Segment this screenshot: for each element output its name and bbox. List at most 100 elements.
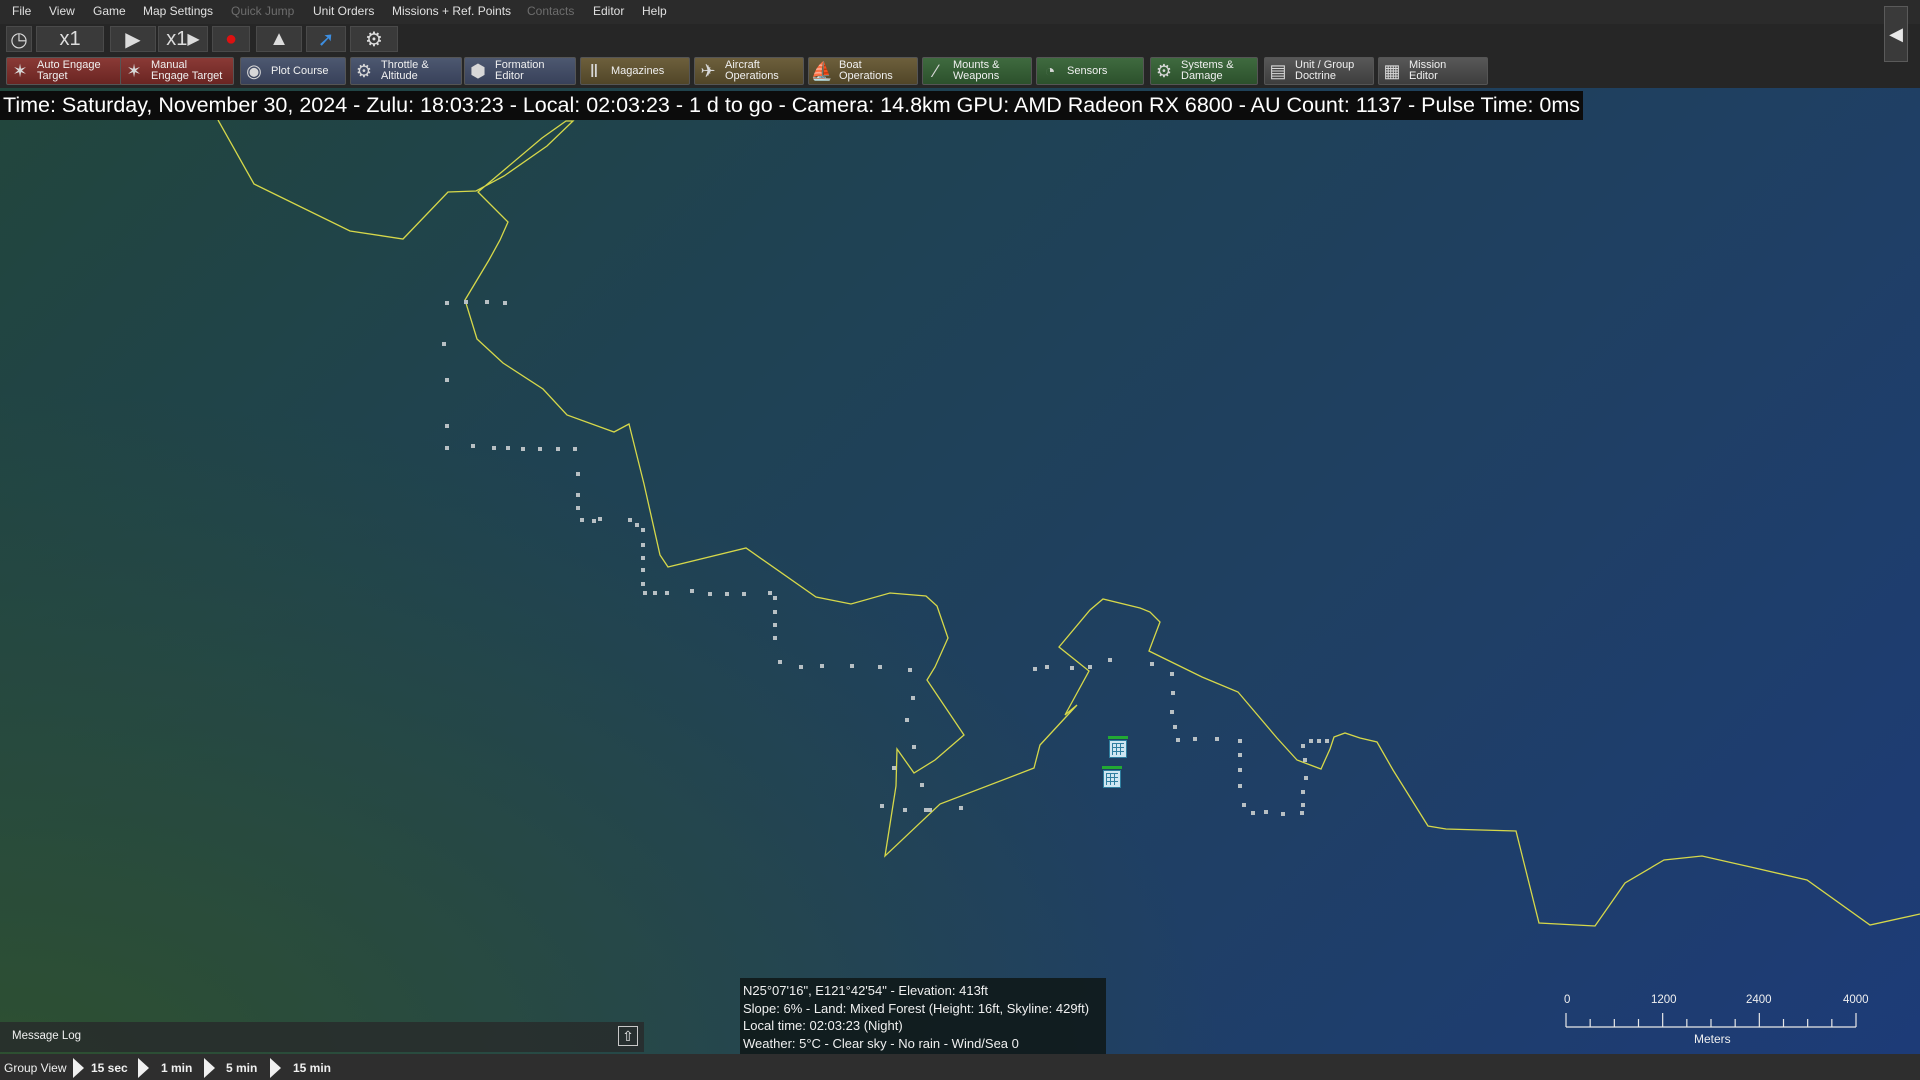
crosshair-icon: ✶ xyxy=(126,60,142,81)
missile-icon: ∕ xyxy=(934,60,938,81)
toolbar-mounts-weapons-button[interactable]: ∕ Mounts & Weapons xyxy=(922,57,1032,85)
radar-icon: ◔ xyxy=(1044,60,1056,81)
toolbar-throttle-altitude-button[interactable]: ⚙ Throttle & Altitude xyxy=(350,57,462,85)
menu-file[interactable]: File xyxy=(12,4,31,18)
boundary-dot xyxy=(576,472,580,476)
toolbar-auto-engage-target-button[interactable]: ✶ Auto Engage Target xyxy=(6,57,122,85)
clock-icon[interactable]: ◷ xyxy=(6,26,32,52)
boundary-dot xyxy=(506,446,510,450)
toolbar-aircraft-operations-button[interactable]: ✈ Aircraft Operations xyxy=(694,57,804,85)
collapse-panel-icon[interactable]: ◀ xyxy=(1884,6,1908,62)
coastline xyxy=(217,119,1920,927)
boundary-dot xyxy=(1238,753,1242,757)
toolbar-formation-editor-button[interactable]: ⬢ Formation Editor xyxy=(464,57,576,85)
toolbar-mission-editor-button[interactable]: ▦ Mission Editor xyxy=(1378,57,1488,85)
scale-label-2400: 2400 xyxy=(1746,994,1772,1006)
menu-map-settings[interactable]: Map Settings xyxy=(143,4,213,18)
boundary-dot xyxy=(911,696,915,700)
time-step-15sec[interactable]: 15 sec xyxy=(91,1061,128,1075)
boundary-dot xyxy=(1070,666,1074,670)
menu-quick-jump[interactable]: Quick Jump xyxy=(231,4,294,18)
boundary-dot xyxy=(1171,691,1175,695)
boundary-dot xyxy=(959,806,963,810)
boundary-dot xyxy=(880,804,884,808)
toolbar-systems-damage-button[interactable]: ⚙ Systems & Damage xyxy=(1150,57,1258,85)
play-icon[interactable]: ▶ xyxy=(110,26,156,52)
group-view-label[interactable]: Group View xyxy=(4,1061,66,1075)
toolbar-unit-group-doctrine-button[interactable]: ▤ Unit / Group Doctrine xyxy=(1264,57,1374,85)
record-icon[interactable]: ● xyxy=(212,26,250,52)
menu-missions-ref-points[interactable]: Missions + Ref. Points xyxy=(392,4,511,18)
boundary-dots xyxy=(442,300,1329,816)
toolbar-button-label: Mission Editor xyxy=(1409,59,1447,82)
boundary-dot xyxy=(485,300,489,304)
facility-unit-2[interactable] xyxy=(1102,766,1122,788)
boundary-dot xyxy=(643,591,647,595)
camera-icon[interactable]: ▲ xyxy=(256,26,302,52)
expand-up-icon[interactable]: ⇧ xyxy=(618,1026,638,1046)
toolbar-button-label: Sensors xyxy=(1067,64,1108,77)
time-step-1min[interactable]: 1 min xyxy=(161,1061,192,1075)
boundary-dot xyxy=(820,664,824,668)
toolbar-sensors-button[interactable]: ◔ Sensors xyxy=(1036,57,1144,85)
toolbar-magazines-button[interactable]: Ⅱ Magazines xyxy=(580,57,690,85)
crosshair-icon: ✶ xyxy=(12,60,28,81)
boundary-dot xyxy=(773,636,777,640)
time-step-15min[interactable]: 15 min xyxy=(293,1061,331,1075)
info-local-time: Local time: 02:03:23 (Night) xyxy=(743,1018,903,1033)
menu-help[interactable]: Help xyxy=(642,4,667,18)
formation-icon: ⬢ xyxy=(470,60,486,81)
bottom-bar xyxy=(0,1054,1920,1080)
toolbar-manual-engage-target-button[interactable]: ✶ Manual Engage Target xyxy=(120,57,234,85)
step-button[interactable]: x1 ▶ xyxy=(158,26,208,52)
step-arrow-icon xyxy=(138,1058,149,1078)
facility-unit-1[interactable] xyxy=(1108,736,1128,758)
boundary-dot xyxy=(503,301,507,305)
time-step-5min[interactable]: 5 min xyxy=(226,1061,257,1075)
boundary-dot xyxy=(892,766,896,770)
boundary-dot xyxy=(1045,665,1049,669)
boundary-dot xyxy=(773,610,777,614)
boundary-dot xyxy=(1176,738,1180,742)
boundary-dot xyxy=(708,592,712,596)
status-line: Time: Saturday, November 30, 2024 - Zulu… xyxy=(0,91,1584,120)
menu-editor[interactable]: Editor xyxy=(593,4,624,18)
toolbar-button-label: Auto Engage Target xyxy=(37,59,101,82)
pointer-icon[interactable]: ➚ xyxy=(306,26,346,52)
boundary-dot xyxy=(628,518,632,522)
boundary-dot xyxy=(725,592,729,596)
menu-contacts[interactable]: Contacts xyxy=(527,4,574,18)
boundary-dot xyxy=(635,523,639,527)
toolbar-button-label: Systems & Damage xyxy=(1181,59,1234,82)
gear-icon[interactable]: ⚙ xyxy=(350,26,398,52)
boundary-dot xyxy=(1238,784,1242,788)
step-arrow-icon xyxy=(204,1058,215,1078)
boundary-dot xyxy=(1033,667,1037,671)
speed-selector[interactable]: x1 xyxy=(36,26,104,52)
boundary-dot xyxy=(912,745,916,749)
info-weather: Weather: 5°C - Clear sky - No rain - Win… xyxy=(743,1035,1019,1051)
boundary-dot xyxy=(799,665,803,669)
boundary-dot xyxy=(573,447,577,451)
boundary-dot xyxy=(445,301,449,305)
menu-game[interactable]: Game xyxy=(93,4,126,18)
boundary-dot xyxy=(1325,739,1329,743)
boundary-dot xyxy=(445,424,449,428)
step-label: x1 xyxy=(166,27,188,50)
boundary-dot xyxy=(1301,790,1305,794)
message-log-panel[interactable]: Message Log ⇧ xyxy=(0,1022,644,1052)
menu-view[interactable]: View xyxy=(49,4,75,18)
boundary-dot xyxy=(928,808,932,812)
menu-unit-orders[interactable]: Unit Orders xyxy=(313,4,374,18)
boundary-dot xyxy=(1238,739,1242,743)
boundary-dot xyxy=(665,591,669,595)
toolbar-plot-course-button[interactable]: ◉ Plot Course xyxy=(240,57,346,85)
boundary-dot xyxy=(1309,739,1313,743)
boundary-dot xyxy=(641,556,645,560)
boundary-dot xyxy=(768,591,772,595)
boundary-dot xyxy=(1304,776,1308,780)
scale-label-4000: 4000 xyxy=(1843,994,1869,1006)
toolbar-boat-operations-button[interactable]: ⛵ Boat Operations xyxy=(808,57,918,85)
document-icon: ▤ xyxy=(1269,60,1287,81)
boundary-dot xyxy=(576,506,580,510)
